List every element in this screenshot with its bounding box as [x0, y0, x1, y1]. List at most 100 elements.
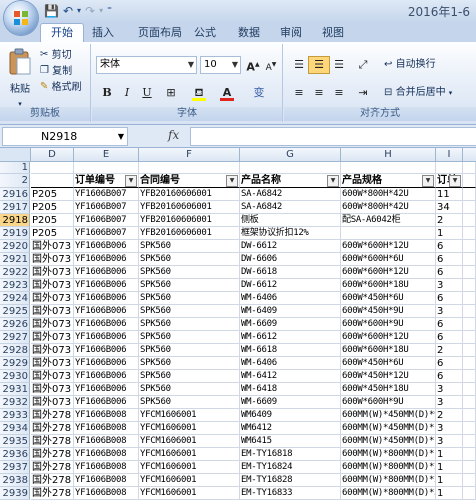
row-header[interactable]: 2923: [0, 279, 30, 292]
redo-icon[interactable]: ↷: [85, 3, 95, 19]
table-cell-customer[interactable]: 国外073: [31, 383, 74, 396]
table-cell-order-qty[interactable]: 6: [436, 266, 463, 279]
table-cell-order-number[interactable]: YF1606B008: [74, 409, 139, 422]
align-center-button[interactable]: ≡: [308, 84, 330, 102]
row-header[interactable]: 2938: [0, 474, 30, 487]
align-middle-button[interactable]: ☰: [308, 56, 330, 74]
table-cell-product-name[interactable]: WM-6409: [240, 305, 341, 318]
table-cell-product-name[interactable]: WM-6412: [240, 370, 341, 383]
table-cell-customer[interactable]: 国外278: [31, 474, 74, 487]
merge-center-button[interactable]: ⊟ 合并后居中 ▾: [384, 86, 452, 100]
table-cell-order-qty[interactable]: 1: [436, 227, 463, 240]
filter-dropdown-icon[interactable]: ▼: [422, 175, 434, 187]
table-cell-order-number[interactable]: YF1606B006: [74, 331, 139, 344]
table-cell-contract-number[interactable]: SPK560: [139, 279, 240, 292]
cell-j[interactable]: [463, 448, 476, 461]
table-cell-product-name[interactable]: WM6412: [240, 422, 341, 435]
cell-j[interactable]: [463, 409, 476, 422]
tab-formulas[interactable]: 公式: [192, 24, 218, 42]
row-header[interactable]: 2932: [0, 396, 30, 409]
table-cell-order-qty[interactable]: 3: [436, 305, 463, 318]
table-cell-customer[interactable]: 国外278: [31, 435, 74, 448]
table-cell-product-name[interactable]: 侧板: [240, 214, 341, 227]
table-cell-order-number[interactable]: YF1606B006: [74, 240, 139, 253]
table-cell-order-qty[interactable]: 2: [436, 214, 463, 227]
header-cell-g[interactable]: 产品名称 ▼: [240, 174, 341, 188]
table-cell-product-spec[interactable]: [341, 227, 436, 240]
table-cell-product-name[interactable]: DW-6612: [240, 240, 341, 253]
row-header[interactable]: 2939: [0, 487, 30, 500]
table-cell-customer[interactable]: 国外073: [31, 331, 74, 344]
select-all-corner[interactable]: [0, 148, 31, 162]
cell-j[interactable]: [463, 435, 476, 448]
table-cell-contract-number[interactable]: SPK560: [139, 357, 240, 370]
tab-insert[interactable]: 插入: [90, 24, 116, 42]
underline-button[interactable]: U: [136, 84, 158, 102]
row-header[interactable]: 2920: [0, 240, 30, 253]
table-cell-contract-number[interactable]: SPK560: [139, 370, 240, 383]
table-cell-customer[interactable]: 国外073: [31, 318, 74, 331]
table-cell-product-spec[interactable]: 600MM(W)*800MM(D)*1: [341, 448, 436, 461]
cell-j[interactable]: [463, 318, 476, 331]
row-header[interactable]: 2919: [0, 227, 30, 240]
table-cell-customer[interactable]: 国外073: [31, 279, 74, 292]
cell-g[interactable]: [240, 162, 341, 174]
table-cell-order-qty[interactable]: 6: [436, 331, 463, 344]
table-cell-order-qty[interactable]: 1: [436, 461, 463, 474]
filter-dropdown-icon[interactable]: ▼: [327, 175, 339, 187]
table-cell-product-name[interactable]: SA-A6842: [240, 188, 341, 201]
table-cell-customer[interactable]: 国外073: [31, 266, 74, 279]
table-cell-product-name[interactable]: SA-A6842: [240, 201, 341, 214]
table-cell-product-spec[interactable]: 600W*800H*42U: [341, 201, 436, 214]
indent-button[interactable]: ⇥: [352, 84, 374, 102]
table-cell-order-qty[interactable]: 3: [436, 279, 463, 292]
table-cell-contract-number[interactable]: SPK560: [139, 383, 240, 396]
name-box[interactable]: N2918 ▼: [2, 127, 128, 146]
table-cell-order-number[interactable]: YF1606B006: [74, 292, 139, 305]
table-cell-product-spec[interactable]: 600W*450H*9U: [341, 305, 436, 318]
cell-j[interactable]: [463, 305, 476, 318]
table-cell-order-qty[interactable]: 1: [436, 474, 463, 487]
table-cell-product-name[interactable]: EM-TY16828: [240, 474, 341, 487]
table-cell-customer[interactable]: 国外278: [31, 422, 74, 435]
formula-input[interactable]: [190, 127, 476, 146]
table-cell-order-number[interactable]: YF1606B007: [74, 227, 139, 240]
row-header[interactable]: 2935: [0, 435, 30, 448]
table-cell-product-name[interactable]: 框架协议折扣12%: [240, 227, 341, 240]
table-cell-product-name[interactable]: WM6409: [240, 409, 341, 422]
table-cell-contract-number[interactable]: YFB20160606001: [139, 214, 240, 227]
column-header-j[interactable]: [463, 148, 476, 162]
header-cell-d[interactable]: [31, 174, 74, 188]
redo-dropdown-icon[interactable]: ▾: [99, 3, 103, 19]
filter-dropdown-icon[interactable]: ▼: [125, 175, 137, 187]
fill-color-button[interactable]: ⛾: [188, 84, 210, 102]
table-cell-product-spec[interactable]: 600W*800H*42U: [341, 188, 436, 201]
row-header[interactable]: 2922: [0, 266, 30, 279]
table-cell-product-spec[interactable]: 600MM(W)*800MM(D)*2: [341, 474, 436, 487]
table-cell-product-name[interactable]: WM-6406: [240, 292, 341, 305]
table-cell-product-name[interactable]: EM-TY16833: [240, 487, 341, 500]
row-header[interactable]: 2925: [0, 305, 30, 318]
table-cell-product-spec[interactable]: 配SA-A6042柜: [341, 214, 436, 227]
table-cell-product-name[interactable]: WM-6406: [240, 357, 341, 370]
table-cell-customer[interactable]: 国外073: [31, 357, 74, 370]
cell-j[interactable]: [463, 474, 476, 487]
table-cell-order-number[interactable]: YF1606B006: [74, 253, 139, 266]
table-cell-order-number[interactable]: YF1606B006: [74, 279, 139, 292]
table-cell-order-number[interactable]: YF1606B008: [74, 448, 139, 461]
table-cell-product-spec[interactable]: 600W*600H*18U: [341, 279, 436, 292]
cell-j[interactable]: [463, 461, 476, 474]
row-header[interactable]: 2934: [0, 422, 30, 435]
header-cell-i[interactable]: 订单 ▼: [436, 174, 463, 188]
table-cell-product-name[interactable]: WM6415: [240, 435, 341, 448]
filter-dropdown-icon[interactable]: ▼: [226, 175, 238, 187]
align-right-button[interactable]: ≡: [328, 84, 350, 102]
cell-j[interactable]: [463, 357, 476, 370]
table-cell-product-spec[interactable]: 600MM(W)*450MM(D)*9: [341, 409, 436, 422]
cell-j[interactable]: [463, 201, 476, 214]
table-cell-contract-number[interactable]: SPK560: [139, 266, 240, 279]
cell-j[interactable]: [463, 214, 476, 227]
cut-button[interactable]: ✂ 剪切: [40, 48, 72, 63]
cell-j[interactable]: [463, 279, 476, 292]
cell-j[interactable]: [463, 344, 476, 357]
